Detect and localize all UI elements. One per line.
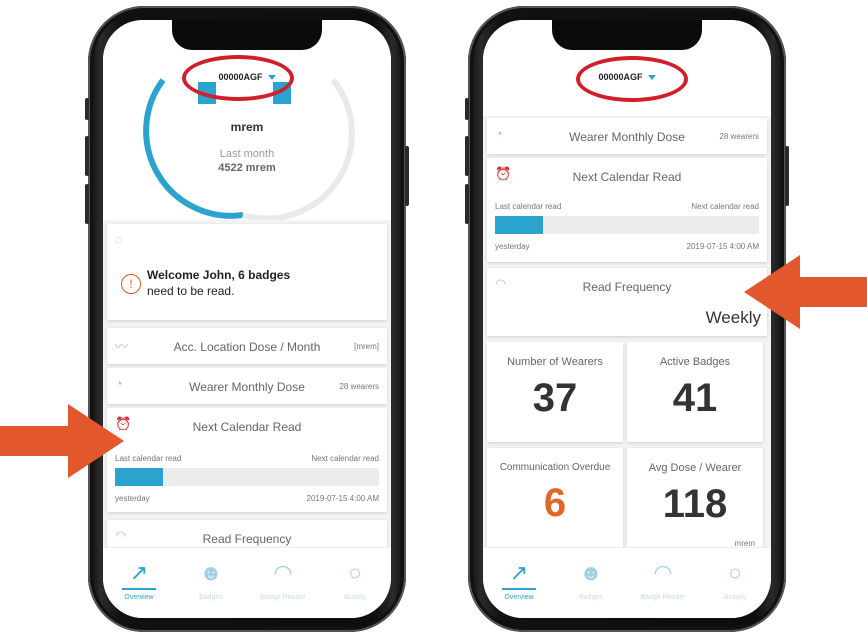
underline-spacer — [574, 588, 608, 590]
read-progress-bar — [115, 468, 379, 486]
read-progress-bar — [495, 216, 759, 234]
last-read-value: yesterday — [495, 242, 530, 251]
stat-avg-value: 118 — [662, 482, 728, 526]
right-screen: 00000AGF ◔ Wearer Monthly Dose 28 wearer… — [483, 20, 771, 618]
last-read-value: yesterday — [115, 494, 150, 503]
stat-overdue-value: 6 — [543, 481, 567, 525]
next-read-value: 2019-07-15 4:00 AM — [686, 242, 760, 251]
bottom-nav: ↗ Overview ☻ Badges ◠ Badge Reader ○ Activit… — [103, 547, 391, 618]
nav-reader-label: Badge Reader — [640, 594, 686, 601]
chat-icon: ◌ — [115, 232, 123, 247]
stat-overdue-label: Communication Overdue — [499, 462, 611, 473]
power-button — [785, 146, 789, 206]
nav-activity-label: Activity — [343, 594, 367, 601]
next-read-label: Next calendar read — [691, 202, 759, 211]
welcome-line2: need to be read. — [147, 284, 235, 298]
stat-active-badges[interactable]: Active Badges 41 — [627, 342, 763, 442]
wearer-monthly-card[interactable]: ◔ Wearer Monthly Dose 28 wearers — [487, 118, 767, 154]
highlight-oval-right — [576, 56, 688, 102]
last-read-label: Last calendar read — [495, 202, 562, 211]
acc-location-title: Acc. Location Dose / Month — [173, 340, 321, 354]
nav-reader-label: Badge Reader — [260, 594, 306, 601]
nav-overview-label: Overview — [504, 594, 534, 601]
wearer-monthly-card[interactable]: ◔ Wearer Monthly Dose 28 wearers — [107, 368, 387, 404]
underline-spacer — [338, 588, 372, 590]
stat-active-label: Active Badges — [659, 356, 731, 368]
arrow-right-icon — [0, 404, 124, 478]
underline-spacer — [194, 588, 228, 590]
volume-up-button — [465, 136, 469, 176]
stat-comm-overdue[interactable]: Communication Overdue 6 — [487, 448, 623, 558]
mute-button — [85, 98, 89, 120]
mute-button — [465, 98, 469, 120]
read-frequency-card[interactable]: ◠ Read Frequency Weekly — [487, 268, 767, 336]
active-underline — [122, 588, 156, 590]
welcome-line1: Welcome John, 6 badges — [147, 268, 291, 282]
calendar-read-card[interactable]: ⏰ Next Calendar Read Last calendar read … — [107, 408, 387, 512]
next-read-label: Next calendar read — [311, 454, 379, 463]
left-screen: 00000AGF mrem Last month 4522 mrem ◌ ! W… — [103, 20, 391, 618]
wifi-icon: ◠ — [273, 560, 293, 585]
nav-overview[interactable]: ↗ Overview — [103, 548, 175, 618]
alert-icon: ! — [121, 274, 141, 294]
nav-activity-label: Activity — [723, 594, 747, 601]
gauge-sub-label: Last month — [219, 148, 275, 160]
volume-down-button — [465, 184, 469, 224]
nav-badges[interactable]: ☻ Badges — [175, 548, 247, 618]
read-frequency-title: Read Frequency — [582, 280, 672, 294]
nav-badge-reader[interactable]: ◠ Badge Reader — [247, 548, 319, 618]
gauge-sub-value: 4522 mrem — [218, 162, 276, 174]
chat-bubble-icon: ○ — [728, 560, 742, 585]
notch — [172, 20, 322, 50]
highlight-oval-left — [182, 55, 294, 101]
underline-spacer — [266, 588, 300, 590]
arrow-left-icon — [744, 255, 867, 329]
calendar-title: Next Calendar Read — [192, 420, 302, 434]
power-button — [405, 146, 409, 206]
people-icon: ☻ — [199, 560, 223, 585]
nav-activity[interactable]: ○ Activity — [699, 548, 771, 618]
nav-overview[interactable]: ↗ Overview — [483, 548, 555, 618]
stat-active-value: 41 — [672, 376, 718, 420]
dose-gauge: mrem Last month 4522 mrem — [103, 20, 391, 222]
read-frequency-title: Read Frequency — [202, 532, 292, 546]
bottom-nav: ↗ Overview ☻ Badges ◠ Badge Reader ○ Activit… — [483, 547, 771, 618]
wearer-count: 28 wearers — [719, 132, 759, 141]
nav-activity[interactable]: ○ Activity — [319, 548, 391, 618]
read-progress-fill — [495, 216, 543, 234]
stat-avg-label: Avg Dose / Wearer — [648, 462, 742, 474]
stat-wearers-label: Number of Wearers — [507, 356, 603, 368]
wifi-icon: ◠ — [653, 560, 673, 585]
trend-icon: ↗ — [509, 560, 529, 585]
stat-wearers-value: 37 — [532, 376, 578, 420]
next-read-value: 2019-07-15 4:00 AM — [306, 494, 380, 503]
calendar-read-card[interactable]: ⏰ Next Calendar Read Last calendar read … — [487, 158, 767, 262]
acc-location-card[interactable]: 〰 Acc. Location Dose / Month [mrem] — [107, 328, 387, 364]
gauge-unit: mrem — [230, 120, 264, 134]
underline-spacer — [718, 588, 752, 590]
wearer-count: 28 wearers — [339, 382, 379, 391]
nav-badges-label: Badges — [579, 594, 603, 601]
nav-badges-label: Badges — [199, 594, 223, 601]
nav-badge-reader[interactable]: ◠ Badge Reader — [627, 548, 699, 618]
volume-down-button — [85, 184, 89, 224]
acc-location-unit: [mrem] — [354, 342, 379, 351]
stat-avg-dose[interactable]: Avg Dose / Wearer 118 mrem — [627, 448, 763, 558]
nav-overview-label: Overview — [124, 594, 154, 601]
calendar-title: Next Calendar Read — [572, 170, 682, 184]
active-underline — [502, 588, 536, 590]
notch — [552, 20, 702, 50]
volume-up-button — [85, 136, 89, 176]
nav-badges[interactable]: ☻ Badges — [555, 548, 627, 618]
trend-icon: ↗ — [129, 560, 149, 585]
welcome-card: ◌ ! Welcome John, 6 badges need to be re… — [107, 224, 387, 320]
people-icon: ☻ — [579, 560, 603, 585]
stat-wearers[interactable]: Number of Wearers 37 — [487, 342, 623, 442]
chat-bubble-icon: ○ — [348, 560, 362, 585]
underline-spacer — [646, 588, 680, 590]
